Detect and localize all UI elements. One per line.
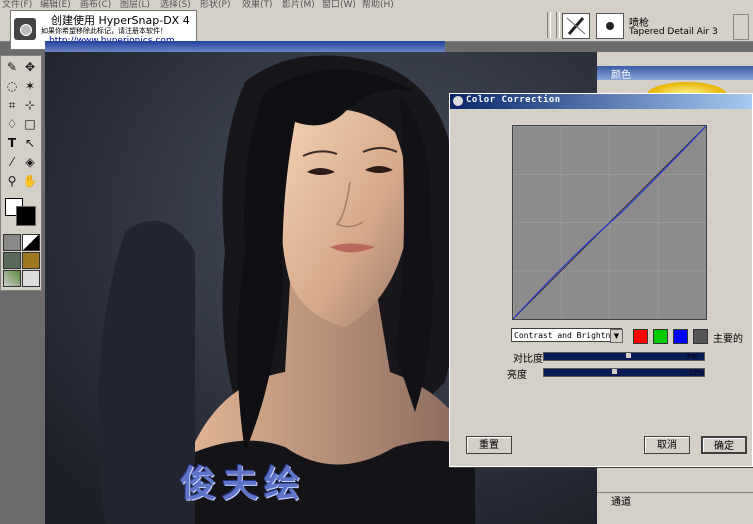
lasso-tool-icon[interactable]: ◌ <box>4 78 20 94</box>
menu-canvas[interactable]: 画布(C) <box>80 0 111 9</box>
tool-palette: ✎ ✥ ◌ ✶ ⌗ ⊹ ♢ □ T ↖ ⁄ ◈ ⚲ ✋ <box>0 55 42 291</box>
selection-adjuster-icon[interactable]: ⊹ <box>22 97 38 113</box>
cancel-button[interactable]: 取消 <box>644 436 690 454</box>
crop-tool-icon[interactable]: ⌗ <box>4 97 20 113</box>
correction-curve-graph[interactable] <box>512 125 707 320</box>
camera-icon <box>14 18 36 40</box>
channels-panel-title: 通道 <box>611 497 631 508</box>
document-title-bar[interactable] <box>45 41 445 52</box>
secondary-color-swatch[interactable] <box>16 206 36 226</box>
paint-bucket-icon[interactable]: ◈ <box>22 154 38 170</box>
contrast-slider-thumb[interactable] <box>626 353 631 358</box>
brightness-slider-thumb[interactable] <box>612 369 617 374</box>
master-channel-button[interactable] <box>693 329 708 344</box>
brush-variant-label[interactable]: Tapered Detail Air 3 <box>629 27 718 37</box>
menu-edit[interactable]: 编辑(E) <box>40 0 71 9</box>
menu-layer[interactable]: 图层(L) <box>120 0 150 9</box>
grabber-hand-icon[interactable]: ✋ <box>22 173 38 189</box>
brush-variant-preview[interactable] <box>596 13 624 39</box>
brush-tool-icon[interactable]: ✎ <box>4 59 20 75</box>
artist-signature: 俊夫绘 <box>180 463 307 505</box>
contrast-slider[interactable] <box>543 352 705 361</box>
pen-tool-icon[interactable]: ♢ <box>4 116 20 132</box>
contrast-value: 7% <box>686 353 698 361</box>
look-swatch[interactable] <box>22 270 40 287</box>
brush-category-button[interactable] <box>562 13 590 39</box>
menu-select[interactable]: 选择(S) <box>160 0 191 9</box>
rectangle-tool-icon[interactable]: □ <box>22 116 38 132</box>
contrast-label: 对比度 <box>513 354 543 365</box>
move-tool-icon[interactable]: ✥ <box>22 59 38 75</box>
menu-bar: 文件(F) 编辑(E) 画布(C) 图层(L) 选择(S) 形状(P) 效果(T… <box>0 0 753 9</box>
painter-app-icon <box>453 96 463 106</box>
dialog-title-bar[interactable]: Color Correction <box>450 94 752 109</box>
toolbar-grip[interactable] <box>733 14 749 40</box>
brightness-slider[interactable] <box>543 368 705 377</box>
magnifier-icon[interactable]: ⚲ <box>4 173 20 189</box>
green-channel-button[interactable] <box>653 329 668 344</box>
colors-panel-header[interactable]: 颜色 <box>597 66 753 81</box>
paper-texture-swatch[interactable] <box>3 234 21 251</box>
airbrush-icon <box>566 17 586 35</box>
menu-movie[interactable]: 影片(M) <box>282 0 315 9</box>
color-correction-dialog: Color Correction Contrast and Brightne ▼… <box>449 93 753 467</box>
shape-selection-icon[interactable]: ↖ <box>22 135 38 151</box>
magic-wand-icon[interactable]: ✶ <box>22 78 38 94</box>
dropper-tool-icon[interactable]: ⁄ <box>4 154 20 170</box>
channels-panel-header[interactable]: 通道 <box>597 492 753 508</box>
ok-button[interactable]: 确定 <box>701 436 747 454</box>
blue-channel-button[interactable] <box>673 329 688 344</box>
colors-panel-title: 颜色 <box>611 70 631 81</box>
reset-button[interactable]: 重置 <box>466 436 512 454</box>
weave-swatch[interactable] <box>22 252 40 269</box>
menu-file[interactable]: 文件(F) <box>2 0 32 9</box>
menu-help[interactable]: 帮助(H) <box>362 0 394 9</box>
nozzle-swatch[interactable] <box>3 270 21 287</box>
brightness-label: 亮度 <box>507 370 527 381</box>
toolbar-separator <box>547 12 551 38</box>
menu-shape[interactable]: 形状(P) <box>200 0 230 9</box>
toolbar-separator <box>556 12 560 38</box>
red-channel-button[interactable] <box>633 329 648 344</box>
master-channel-label: 主要的 <box>713 334 743 345</box>
menu-effects[interactable]: 效果(T) <box>242 0 273 9</box>
gradient-swatch[interactable] <box>22 234 40 251</box>
correction-mode-select[interactable]: Contrast and Brightne <box>511 328 622 342</box>
chevron-down-icon[interactable]: ▼ <box>610 329 623 343</box>
brightness-value: -12% <box>686 369 705 377</box>
dialog-title: Color Correction <box>466 95 561 105</box>
menu-window[interactable]: 窗口(W) <box>322 0 356 9</box>
watermark-notice: 如果你希望移除此标记，请注册本软件！ <box>41 27 167 35</box>
text-tool-icon[interactable]: T <box>4 135 20 151</box>
pattern-swatch[interactable] <box>3 252 21 269</box>
curve-plot <box>512 125 707 320</box>
